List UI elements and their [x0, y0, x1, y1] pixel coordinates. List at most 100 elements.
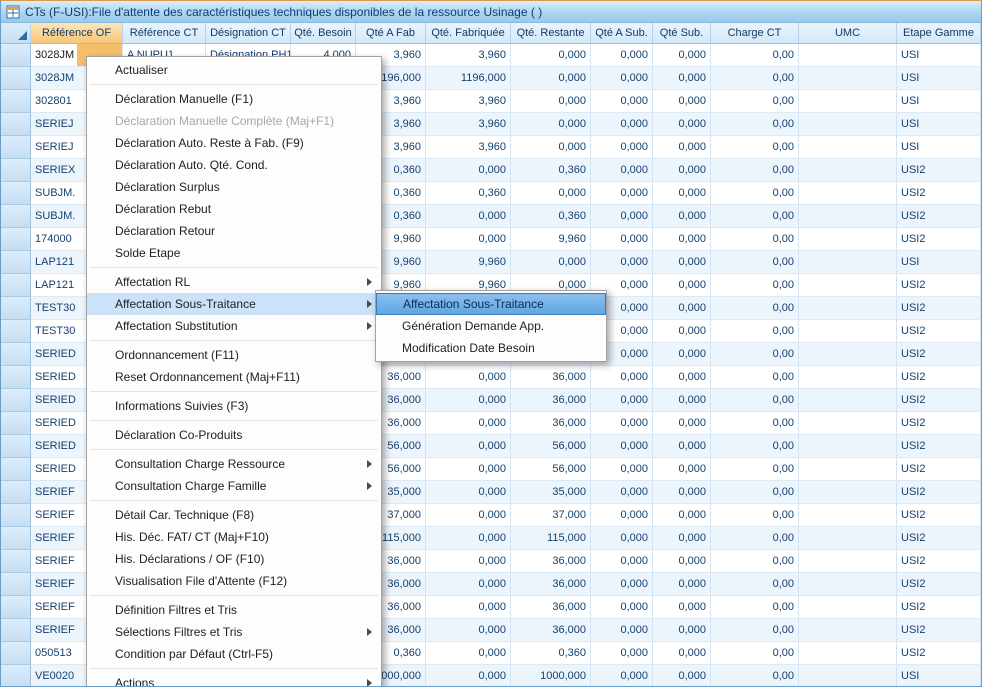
row-selector[interactable] — [1, 435, 31, 458]
cell-a_sub[interactable]: 0,000 — [591, 573, 653, 596]
menu-item-d-finition-filtres-et-tris[interactable]: Définition Filtres et Tris — [87, 599, 381, 621]
cell-charge[interactable]: 0,00 — [711, 44, 799, 67]
cell-a_sub[interactable]: 0,000 — [591, 113, 653, 136]
menu-item-d-claration-surplus[interactable]: Déclaration Surplus — [87, 176, 381, 198]
cell-restante[interactable]: 36,000 — [511, 619, 591, 642]
row-selector[interactable] — [1, 274, 31, 297]
column-header-qt-a-fab[interactable]: Qté A Fab — [356, 23, 426, 44]
cell-charge[interactable]: 0,00 — [711, 297, 799, 320]
cell-fabriquee[interactable]: 0,000 — [426, 412, 511, 435]
cell-etape[interactable]: USI2 — [897, 596, 981, 619]
cell-sub[interactable]: 0,000 — [653, 458, 711, 481]
cell-umc[interactable] — [799, 320, 897, 343]
menu-item-affectation-rl[interactable]: Affectation RL — [87, 271, 381, 293]
cell-restante[interactable]: 0,000 — [511, 136, 591, 159]
menu-item-informations-suivies-f3[interactable]: Informations Suivies (F3) — [87, 395, 381, 417]
cell-charge[interactable]: 0,00 — [711, 573, 799, 596]
menu-item-d-tail-car-technique-f8[interactable]: Détail Car. Technique (F8) — [87, 504, 381, 526]
cell-restante[interactable]: 9,960 — [511, 228, 591, 251]
cell-fabriquee[interactable]: 0,000 — [426, 228, 511, 251]
cell-sub[interactable]: 0,000 — [653, 113, 711, 136]
row-selector[interactable] — [1, 665, 31, 687]
cell-sub[interactable]: 0,000 — [653, 205, 711, 228]
row-selector[interactable] — [1, 320, 31, 343]
menu-item-solde-etape[interactable]: Solde Etape — [87, 242, 381, 264]
cell-etape[interactable]: USI2 — [897, 366, 981, 389]
cell-restante[interactable]: 36,000 — [511, 389, 591, 412]
cell-restante[interactable]: 0,360 — [511, 205, 591, 228]
cell-etape[interactable]: USI2 — [897, 389, 981, 412]
cell-sub[interactable]: 0,000 — [653, 136, 711, 159]
column-header-r-f-rence-ct[interactable]: Référence CT — [123, 23, 206, 44]
cell-umc[interactable] — [799, 527, 897, 550]
row-selector[interactable] — [1, 136, 31, 159]
cell-umc[interactable] — [799, 481, 897, 504]
cell-fabriquee[interactable]: 0,000 — [426, 550, 511, 573]
menu-item-affectation-substitution[interactable]: Affectation Substitution — [87, 315, 381, 337]
cell-sub[interactable]: 0,000 — [653, 435, 711, 458]
cell-etape[interactable]: USI — [897, 113, 981, 136]
row-selector[interactable] — [1, 527, 31, 550]
cell-sub[interactable]: 0,000 — [653, 182, 711, 205]
cell-umc[interactable] — [799, 366, 897, 389]
cell-charge[interactable]: 0,00 — [711, 596, 799, 619]
cell-a_sub[interactable]: 0,000 — [591, 412, 653, 435]
cell-a_sub[interactable]: 0,000 — [591, 182, 653, 205]
cell-fabriquee[interactable]: 0,000 — [426, 435, 511, 458]
cell-umc[interactable] — [799, 435, 897, 458]
cell-restante[interactable]: 36,000 — [511, 550, 591, 573]
cell-etape[interactable]: USI2 — [897, 504, 981, 527]
cell-sub[interactable]: 0,000 — [653, 67, 711, 90]
cell-sub[interactable]: 0,000 — [653, 412, 711, 435]
cell-a_sub[interactable]: 0,000 — [591, 67, 653, 90]
cell-etape[interactable]: USI2 — [897, 297, 981, 320]
cell-charge[interactable]: 0,00 — [711, 550, 799, 573]
cell-etape[interactable]: USI2 — [897, 228, 981, 251]
column-header-qt-sub-[interactable]: Qté Sub. — [653, 23, 711, 44]
cell-a_sub[interactable]: 0,000 — [591, 642, 653, 665]
cell-etape[interactable]: USI2 — [897, 481, 981, 504]
cell-umc[interactable] — [799, 228, 897, 251]
cell-etape[interactable]: USI2 — [897, 205, 981, 228]
cell-fabriquee[interactable]: 0,000 — [426, 159, 511, 182]
cell-a_sub[interactable]: 0,000 — [591, 665, 653, 687]
cell-fabriquee[interactable]: 0,000 — [426, 527, 511, 550]
cell-sub[interactable]: 0,000 — [653, 44, 711, 67]
cell-etape[interactable]: USI — [897, 67, 981, 90]
cell-etape[interactable]: USI2 — [897, 435, 981, 458]
menu-item-reset-ordonnancement-maj-f11[interactable]: Reset Ordonnancement (Maj+F11) — [87, 366, 381, 388]
cell-umc[interactable] — [799, 504, 897, 527]
cell-a_sub[interactable]: 0,000 — [591, 366, 653, 389]
cell-charge[interactable]: 0,00 — [711, 389, 799, 412]
row-selector[interactable] — [1, 44, 31, 67]
cell-umc[interactable] — [799, 113, 897, 136]
row-selector[interactable] — [1, 504, 31, 527]
column-header-qt-restante[interactable]: Qté. Restante — [511, 23, 591, 44]
cell-umc[interactable] — [799, 136, 897, 159]
column-header-qt-besoin[interactable]: Qté. Besoin — [291, 23, 356, 44]
cell-restante[interactable]: 0,000 — [511, 113, 591, 136]
cell-a_sub[interactable]: 0,000 — [591, 205, 653, 228]
cell-sub[interactable]: 0,000 — [653, 642, 711, 665]
row-selector[interactable] — [1, 205, 31, 228]
cell-sub[interactable]: 0,000 — [653, 251, 711, 274]
cell-umc[interactable] — [799, 159, 897, 182]
column-header-d-signation-ct[interactable]: Désignation CT — [206, 23, 291, 44]
cell-etape[interactable]: USI2 — [897, 274, 981, 297]
menu-item-affectation-sous-traitance[interactable]: Affectation Sous-Traitance — [87, 293, 381, 315]
cell-etape[interactable]: USI2 — [897, 412, 981, 435]
titlebar[interactable]: CTs (F-USI):File d'attente des caractéri… — [1, 1, 981, 23]
row-selector[interactable] — [1, 481, 31, 504]
cell-fabriquee[interactable]: 0,000 — [426, 665, 511, 687]
cell-umc[interactable] — [799, 44, 897, 67]
cell-charge[interactable]: 0,00 — [711, 159, 799, 182]
cell-a_sub[interactable]: 0,000 — [591, 136, 653, 159]
menu-item-g-n-ration-demande-app[interactable]: Génération Demande App. — [376, 315, 606, 337]
cell-umc[interactable] — [799, 90, 897, 113]
cell-fabriquee[interactable]: 3,960 — [426, 113, 511, 136]
cell-a_sub[interactable]: 0,000 — [591, 596, 653, 619]
cell-etape[interactable]: USI2 — [897, 550, 981, 573]
cell-fabriquee[interactable]: 9,960 — [426, 251, 511, 274]
row-selector[interactable] — [1, 113, 31, 136]
cell-umc[interactable] — [799, 297, 897, 320]
